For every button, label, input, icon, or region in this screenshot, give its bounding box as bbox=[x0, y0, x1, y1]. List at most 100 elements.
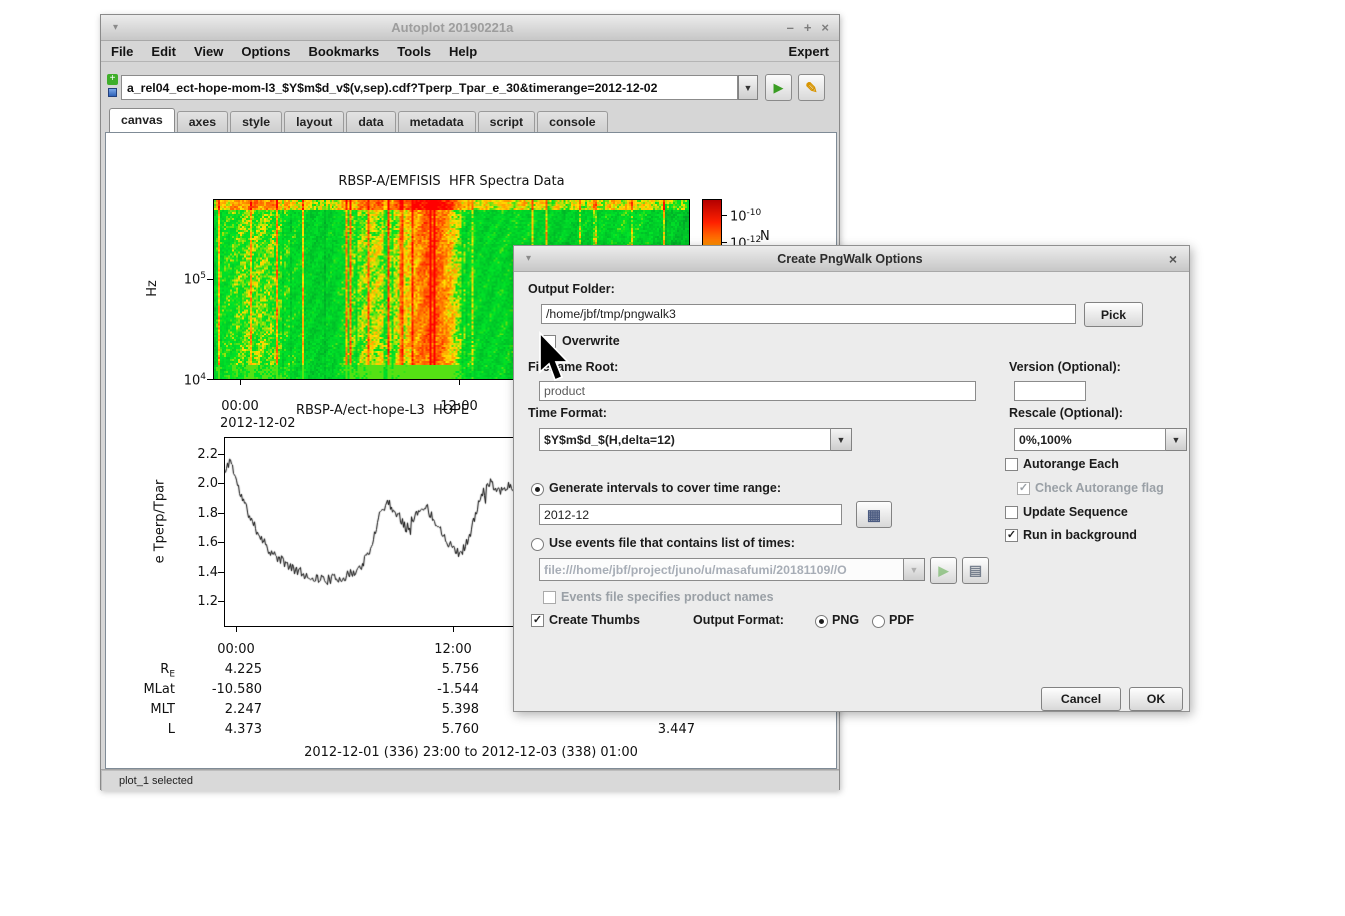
generate-intervals-label[interactable]: Generate intervals to cover time range: bbox=[549, 481, 781, 495]
uri-toolbar: + ▼ ▶ ✎ bbox=[101, 62, 839, 108]
blue-box-icon[interactable] bbox=[108, 88, 117, 97]
filename-root-input[interactable] bbox=[539, 381, 976, 401]
table-cell: 4.373 bbox=[202, 722, 262, 737]
rescale-combo[interactable]: ▼ bbox=[1014, 428, 1187, 451]
dialog-close-button[interactable]: × bbox=[1169, 251, 1177, 267]
statusbar: plot_1 selected bbox=[101, 769, 839, 791]
spectrogram-ytick-1: 105 bbox=[164, 271, 206, 287]
maximize-button[interactable]: + bbox=[804, 20, 812, 35]
tab-console[interactable]: console bbox=[537, 111, 607, 132]
pick-button[interactable]: Pick bbox=[1084, 302, 1143, 327]
uri-input[interactable] bbox=[121, 75, 738, 100]
use-events-file-radio[interactable] bbox=[531, 538, 544, 551]
pdf-label[interactable]: PDF bbox=[889, 613, 914, 627]
expert-toggle[interactable]: Expert bbox=[789, 44, 829, 59]
table-cell: -1.544 bbox=[419, 682, 479, 697]
calendar-icon: ▦ bbox=[867, 506, 881, 524]
events-folder-button[interactable]: ▤ bbox=[962, 557, 989, 584]
window-titlebar[interactable]: ▾ Autoplot 20190221a – + × bbox=[101, 15, 839, 41]
overwrite-label[interactable]: Overwrite bbox=[562, 334, 620, 348]
events-file-combo[interactable]: ▼ bbox=[539, 558, 925, 581]
menu-options[interactable]: Options bbox=[241, 44, 290, 59]
minimize-button[interactable]: – bbox=[787, 20, 794, 35]
time-format-chevron-down-icon[interactable]: ▼ bbox=[831, 428, 852, 451]
tab-canvas[interactable]: canvas bbox=[109, 108, 175, 132]
folder-icon: ▤ bbox=[969, 562, 982, 579]
edit-uri-button[interactable]: ✎ bbox=[798, 74, 825, 101]
tab-layout[interactable]: layout bbox=[284, 111, 344, 132]
menu-view[interactable]: View bbox=[194, 44, 223, 59]
events-play-icon: ▶ bbox=[939, 563, 949, 579]
table-cell: 5.398 bbox=[419, 702, 479, 717]
menu-edit[interactable]: Edit bbox=[151, 44, 176, 59]
table-cell: 2.247 bbox=[202, 702, 262, 717]
lineplot-ytick: 1.2 bbox=[178, 594, 218, 609]
pencil-icon: ✎ bbox=[805, 79, 818, 97]
rescale-chevron-down-icon[interactable]: ▼ bbox=[1166, 428, 1187, 451]
png-radio[interactable] bbox=[815, 615, 828, 628]
lineplot-ytick: 1.4 bbox=[178, 565, 218, 580]
create-thumbs-label[interactable]: Create Thumbs bbox=[549, 613, 640, 627]
lineplot-ylabel: e Tperp/Tpar bbox=[152, 480, 167, 564]
events-product-names-label: Events file specifies product names bbox=[561, 590, 774, 604]
time-format-combo[interactable]: ▼ bbox=[539, 428, 852, 451]
colorbar-unit-label: N bbox=[760, 229, 770, 244]
events-play-button[interactable]: ▶ bbox=[930, 557, 957, 584]
uri-dropdown-button[interactable]: ▼ bbox=[738, 75, 758, 100]
time-range-input[interactable] bbox=[539, 504, 842, 525]
png-label[interactable]: PNG bbox=[832, 613, 859, 627]
time-format-input[interactable] bbox=[539, 428, 831, 451]
cancel-button[interactable]: Cancel bbox=[1041, 687, 1121, 711]
dialog-title: Create PngWalk Options bbox=[531, 252, 1169, 266]
tab-metadata[interactable]: metadata bbox=[398, 111, 476, 132]
output-folder-label: Output Folder: bbox=[528, 282, 615, 296]
table-row-label: RE bbox=[125, 662, 175, 680]
update-sequence-label[interactable]: Update Sequence bbox=[1023, 505, 1128, 519]
menu-bookmarks[interactable]: Bookmarks bbox=[308, 44, 379, 59]
lineplot-xtick-1: 00:00 bbox=[206, 642, 266, 657]
check-autorange-flag-checkbox[interactable] bbox=[1017, 482, 1030, 495]
lineplot-ytick: 2.2 bbox=[178, 447, 218, 462]
autorange-each-checkbox[interactable] bbox=[1005, 458, 1018, 471]
calendar-button[interactable]: ▦ bbox=[856, 501, 892, 528]
table-row-label: MLat bbox=[125, 682, 175, 700]
spectrogram-xdate: 2012-12-02 bbox=[220, 416, 296, 431]
run-in-background-checkbox[interactable] bbox=[1005, 529, 1018, 542]
dialog-titlebar[interactable]: ▾ Create PngWalk Options × bbox=[514, 246, 1189, 272]
menu-tools[interactable]: Tools bbox=[397, 44, 431, 59]
tab-axes[interactable]: axes bbox=[177, 111, 228, 132]
lineplot-ytick: 1.6 bbox=[178, 535, 218, 550]
overwrite-checkbox[interactable] bbox=[543, 335, 556, 348]
version-input[interactable] bbox=[1014, 381, 1086, 401]
pdf-radio[interactable] bbox=[872, 615, 885, 628]
table-cell: -10.580 bbox=[202, 682, 262, 697]
lineplot-ytick: 1.8 bbox=[178, 506, 218, 521]
tab-style[interactable]: style bbox=[230, 111, 282, 132]
close-button[interactable]: × bbox=[821, 20, 829, 35]
spectrogram-ytick-2: 104 bbox=[164, 372, 206, 388]
ok-button[interactable]: OK bbox=[1129, 687, 1183, 711]
autorange-each-label[interactable]: Autorange Each bbox=[1023, 457, 1119, 471]
run-in-background-label[interactable]: Run in background bbox=[1023, 528, 1137, 542]
events-product-names-checkbox[interactable] bbox=[543, 591, 556, 604]
table-cell: 3.447 bbox=[635, 722, 695, 737]
tab-data[interactable]: data bbox=[346, 111, 395, 132]
rescale-label: Rescale (Optional): bbox=[1009, 406, 1123, 420]
version-label: Version (Optional): bbox=[1009, 360, 1121, 374]
menu-help[interactable]: Help bbox=[449, 44, 477, 59]
generate-intervals-radio[interactable] bbox=[531, 483, 544, 496]
events-file-input[interactable] bbox=[539, 558, 904, 581]
update-sequence-checkbox[interactable] bbox=[1005, 506, 1018, 519]
tab-script[interactable]: script bbox=[478, 111, 536, 132]
create-thumbs-checkbox[interactable] bbox=[531, 614, 544, 627]
go-button[interactable]: ▶ bbox=[765, 74, 792, 101]
green-plus-icon[interactable]: + bbox=[107, 74, 118, 85]
menu-file[interactable]: File bbox=[111, 44, 133, 59]
output-folder-input[interactable] bbox=[541, 304, 1076, 324]
rescale-input[interactable] bbox=[1014, 428, 1166, 451]
events-file-chevron-down-icon[interactable]: ▼ bbox=[904, 558, 925, 581]
use-events-file-label[interactable]: Use events file that contains list of ti… bbox=[549, 536, 795, 550]
check-autorange-flag-label: Check Autorange flag bbox=[1035, 481, 1164, 495]
time-range-footer: 2012-12-01 (336) 23:00 to 2012-12-03 (33… bbox=[121, 745, 821, 760]
spectrogram-ylabel: Hz bbox=[145, 280, 160, 297]
